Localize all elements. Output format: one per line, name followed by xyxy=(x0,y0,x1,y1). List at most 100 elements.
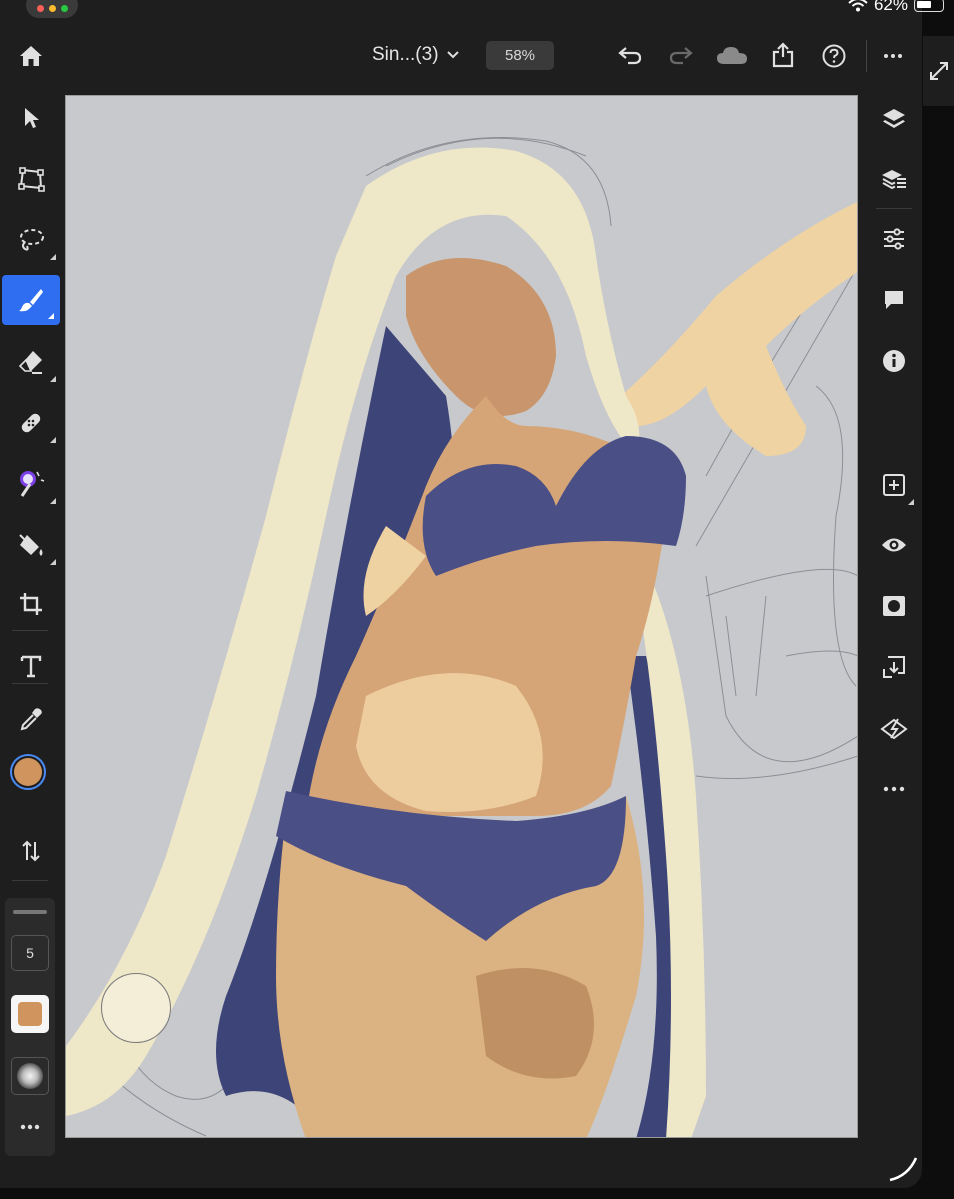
info-button[interactable] xyxy=(866,337,922,385)
submenu-indicator xyxy=(50,559,56,565)
submenu-indicator xyxy=(48,313,54,319)
pencil-indicator xyxy=(886,1150,920,1188)
fill-icon xyxy=(19,534,43,556)
brush-cursor xyxy=(101,973,171,1043)
screen-edge xyxy=(922,104,954,1199)
layer-properties-icon xyxy=(882,170,906,190)
brush-icon xyxy=(19,289,43,312)
minimize-window-icon[interactable] xyxy=(48,5,56,12)
toolbar-separator xyxy=(876,208,912,209)
adjustments-icon xyxy=(884,228,904,250)
type-icon xyxy=(20,655,42,678)
swap-colors-button[interactable] xyxy=(0,825,62,877)
app-window: Sin...(3) 58% 5 xyxy=(0,0,922,1188)
brush-color-button[interactable] xyxy=(11,995,49,1033)
close-window-icon[interactable] xyxy=(36,5,44,12)
primary-color-fill xyxy=(14,758,42,786)
clear-layer-button[interactable] xyxy=(866,704,922,752)
mask-icon xyxy=(883,596,905,616)
comments-button[interactable] xyxy=(866,276,922,324)
brush-properties-panel: 5 xyxy=(5,898,55,1156)
panel-more-button[interactable] xyxy=(15,1120,45,1134)
panel-handle[interactable] xyxy=(13,910,47,914)
toolbar-separator xyxy=(12,880,48,881)
submenu-indicator xyxy=(908,499,914,505)
wifi-icon xyxy=(848,0,868,12)
status-bar: 62% xyxy=(0,0,954,20)
maximize-window-icon[interactable] xyxy=(60,5,68,12)
visibility-button[interactable] xyxy=(866,521,922,569)
eyedropper-icon xyxy=(20,708,42,731)
chevron-down-icon xyxy=(446,51,459,59)
submenu-indicator xyxy=(50,437,56,443)
zoom-level-button[interactable]: 58% xyxy=(486,41,554,70)
healing-tool[interactable] xyxy=(0,397,62,449)
healing-icon xyxy=(21,413,41,433)
visibility-icon xyxy=(882,538,906,552)
add-layer-icon xyxy=(883,474,905,496)
window-controls[interactable] xyxy=(26,0,78,18)
fullscreen-button[interactable] xyxy=(923,36,954,106)
right-toolbar xyxy=(866,90,922,1170)
home-icon[interactable] xyxy=(14,40,48,72)
brush-size-value: 5 xyxy=(26,945,34,961)
lasso-icon xyxy=(20,229,44,251)
eraser-tool[interactable] xyxy=(0,336,62,388)
type-tool[interactable] xyxy=(0,640,62,692)
drawing-canvas[interactable] xyxy=(65,95,858,1138)
transform-tool[interactable] xyxy=(0,153,62,205)
submenu-indicator xyxy=(50,376,56,382)
adjustments-button[interactable] xyxy=(866,215,922,263)
document-title: Sin...(3) xyxy=(372,44,439,65)
battery-percentage: 62% xyxy=(873,0,908,14)
zoom-level-label: 58% xyxy=(504,47,536,64)
toolbar-separator xyxy=(12,630,48,631)
add-layer-button[interactable] xyxy=(866,461,922,509)
submenu-indicator xyxy=(50,254,56,260)
crop-tool[interactable] xyxy=(0,578,62,630)
layer-more-button[interactable] xyxy=(866,765,922,813)
lasso-tool[interactable] xyxy=(0,214,62,266)
brush-color-swatch xyxy=(18,1002,42,1026)
expand-icon xyxy=(929,62,948,80)
mask-button[interactable] xyxy=(866,582,922,630)
toolbar-divider xyxy=(866,40,867,72)
artwork-illustration xyxy=(66,137,857,1137)
brush-size-field[interactable]: 5 xyxy=(11,935,49,971)
merge-down-icon xyxy=(883,656,905,678)
status-indicators: 62% xyxy=(848,0,944,15)
swap-colors-icon xyxy=(22,840,40,862)
magic-wand-icon xyxy=(20,471,45,497)
transform-icon xyxy=(18,167,45,192)
magic-wand-tool[interactable] xyxy=(0,458,62,510)
soft-brush-icon xyxy=(17,1063,43,1089)
cloud-sync-icon[interactable] xyxy=(714,40,750,70)
primary-color-swatch[interactable] xyxy=(10,754,46,790)
select-icon xyxy=(25,108,39,128)
layers-button[interactable] xyxy=(866,95,922,143)
more-icon xyxy=(883,786,905,792)
submenu-indicator xyxy=(50,498,56,504)
more-options-icon[interactable] xyxy=(878,44,908,68)
eyedropper-tool[interactable] xyxy=(0,693,62,745)
more-icon xyxy=(20,1124,40,1130)
comments-icon xyxy=(885,291,903,309)
info-icon xyxy=(883,350,905,372)
share-icon[interactable] xyxy=(767,38,799,72)
redo-icon[interactable] xyxy=(665,40,697,70)
fill-tool[interactable] xyxy=(0,519,62,571)
brush-hardness-button[interactable] xyxy=(11,1057,49,1095)
secondary-color-swatch[interactable] xyxy=(12,787,46,821)
layer-properties-button[interactable] xyxy=(866,156,922,204)
select-tool[interactable] xyxy=(0,92,62,144)
brush-tool[interactable] xyxy=(2,275,60,325)
layers-icon xyxy=(883,109,905,128)
undo-icon[interactable] xyxy=(614,40,646,70)
merge-down-button[interactable] xyxy=(866,643,922,691)
battery-icon xyxy=(914,0,944,12)
toolbar-separator xyxy=(12,683,48,684)
help-icon[interactable] xyxy=(818,40,850,72)
crop-icon xyxy=(20,593,42,615)
document-title-dropdown[interactable]: Sin...(3) xyxy=(372,44,459,66)
eraser-icon xyxy=(18,351,42,374)
